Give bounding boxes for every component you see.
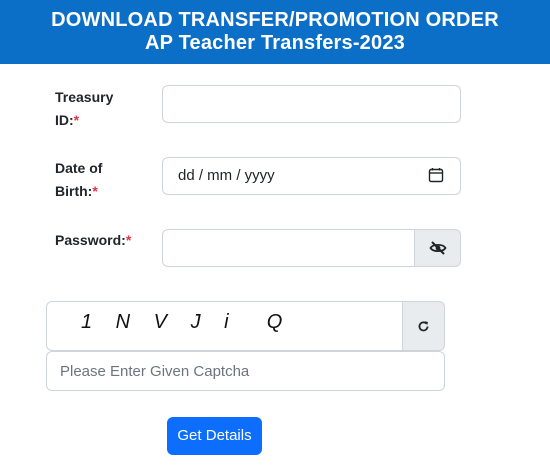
required-mark: * xyxy=(73,112,80,128)
calendar-icon[interactable] xyxy=(428,167,444,183)
password-label: Password:* xyxy=(55,232,132,248)
header-subtitle: AP Teacher Transfers-2023 xyxy=(145,32,405,54)
page-header: DOWNLOAD TRANSFER/PROMOTION ORDER AP Tea… xyxy=(0,0,550,64)
eye-slash-icon xyxy=(428,241,447,255)
captcha-text: 1 N V J i Q xyxy=(81,311,292,333)
treasury-id-input[interactable] xyxy=(162,85,461,123)
treasury-id-label: Treasury ID:* xyxy=(55,89,114,128)
refresh-captcha-button[interactable] xyxy=(403,301,445,351)
header-title: DOWNLOAD TRANSFER/PROMOTION ORDER xyxy=(51,9,499,31)
date-of-birth-input[interactable]: dd / mm / yyyy xyxy=(162,157,461,195)
captcha-display: 1 N V J i Q xyxy=(46,301,403,351)
captcha-input[interactable] xyxy=(46,351,445,391)
date-placeholder: dd / mm / yyyy xyxy=(178,167,275,184)
required-mark: * xyxy=(92,183,98,199)
toggle-password-button[interactable] xyxy=(415,229,461,267)
refresh-icon xyxy=(418,320,429,331)
required-mark: * xyxy=(125,232,132,248)
get-details-button[interactable]: Get Details xyxy=(167,417,262,455)
date-of-birth-label: Date of Birth:* xyxy=(55,160,103,199)
password-input[interactable] xyxy=(162,229,415,267)
